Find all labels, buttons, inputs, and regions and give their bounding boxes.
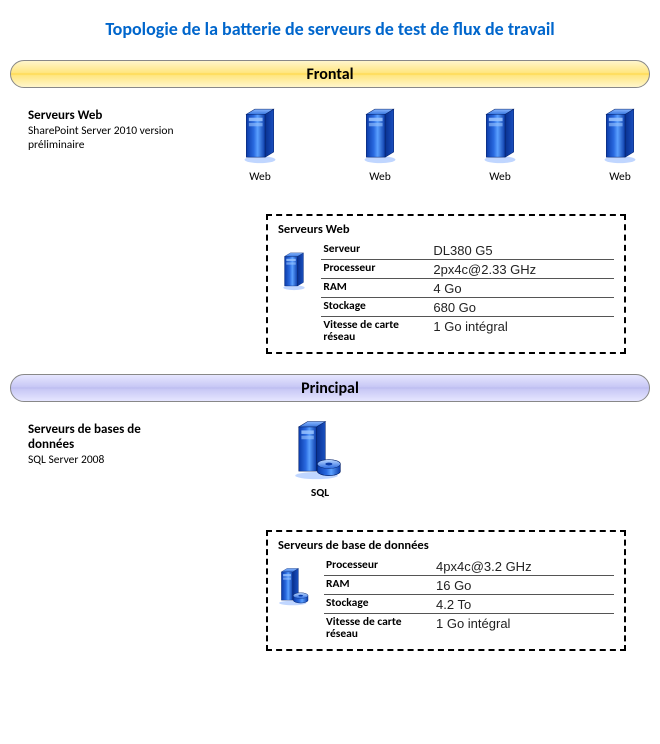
server-tower-icon <box>281 249 307 291</box>
spec-row: Stockage4.2 To <box>324 595 614 614</box>
web-server-4: Web <box>590 104 650 184</box>
web-server-3: Web <box>470 104 530 184</box>
page-title: Topologie de la batterie de serveurs de … <box>10 18 650 40</box>
web-server-2: Web <box>350 104 410 184</box>
principal-spec-box: Serveurs de base de données Processeur4p… <box>266 530 626 651</box>
principal-spec-table: Processeur4px4c@3.2 GHz RAM16 Go Stockag… <box>324 557 614 641</box>
frontal-side-label: Serveurs Web SharePoint Server 2010 vers… <box>10 100 180 153</box>
spec-row: Processeur2px4c@2.33 GHz <box>321 260 614 279</box>
principal-spec-icon <box>278 557 312 607</box>
db-server-icon <box>293 418 347 480</box>
web-server-1-label: Web <box>249 170 271 184</box>
frontal-spec-icon <box>278 241 309 291</box>
server-tower-icon <box>241 104 279 164</box>
spec-row: RAM4 Go <box>321 279 614 298</box>
sql-server: SQL <box>290 418 350 500</box>
tier-bar-frontal-label: Frontal <box>306 65 353 84</box>
frontal-spec-title: Serveurs Web <box>278 222 614 237</box>
spec-row: Vitesse de carte réseau1 Go intégral <box>324 614 614 642</box>
spec-row: Vitesse de carte réseau1 Go intégral <box>321 317 614 345</box>
principal-servers-row: SQL <box>180 414 350 500</box>
tier-bar-principal-label: Principal <box>301 379 359 398</box>
principal-side-sub: SQL Server 2008 <box>28 454 176 468</box>
web-server-4-label: Web <box>609 170 631 184</box>
server-tower-icon <box>481 104 519 164</box>
spec-row: RAM16 Go <box>324 576 614 595</box>
frontal-side-header: Serveurs Web <box>28 108 176 123</box>
server-tower-icon <box>361 104 399 164</box>
principal-spec-title: Serveurs de base de données <box>278 538 614 553</box>
db-server-icon <box>278 565 312 607</box>
frontal-section: Serveurs Web SharePoint Server 2010 vers… <box>10 100 650 184</box>
web-server-1: Web <box>230 104 290 184</box>
principal-section: Serveurs de bases de données SQL Server … <box>10 414 650 500</box>
web-server-2-label: Web <box>369 170 391 184</box>
frontal-spec-table: ServeurDL380 G5 Processeur2px4c@2.33 GHz… <box>321 241 614 344</box>
spec-row: Stockage680 Go <box>321 298 614 317</box>
tier-bar-principal: Principal <box>10 374 650 402</box>
frontal-side-sub: SharePoint Server 2010 version prélimina… <box>28 125 176 153</box>
tier-bar-frontal: Frontal <box>10 60 650 88</box>
principal-side-header: Serveurs de bases de données <box>28 422 176 452</box>
spec-row: Processeur4px4c@3.2 GHz <box>324 557 614 576</box>
frontal-spec-box: Serveurs Web ServeurDL380 G5 Processeur2… <box>266 214 626 354</box>
sql-server-label: SQL <box>311 486 329 500</box>
web-server-3-label: Web <box>489 170 511 184</box>
principal-side-label: Serveurs de bases de données SQL Server … <box>10 414 180 468</box>
server-tower-icon <box>601 104 639 164</box>
spec-row: ServeurDL380 G5 <box>321 241 614 260</box>
frontal-servers-row: Web Web Web Web <box>180 100 650 184</box>
